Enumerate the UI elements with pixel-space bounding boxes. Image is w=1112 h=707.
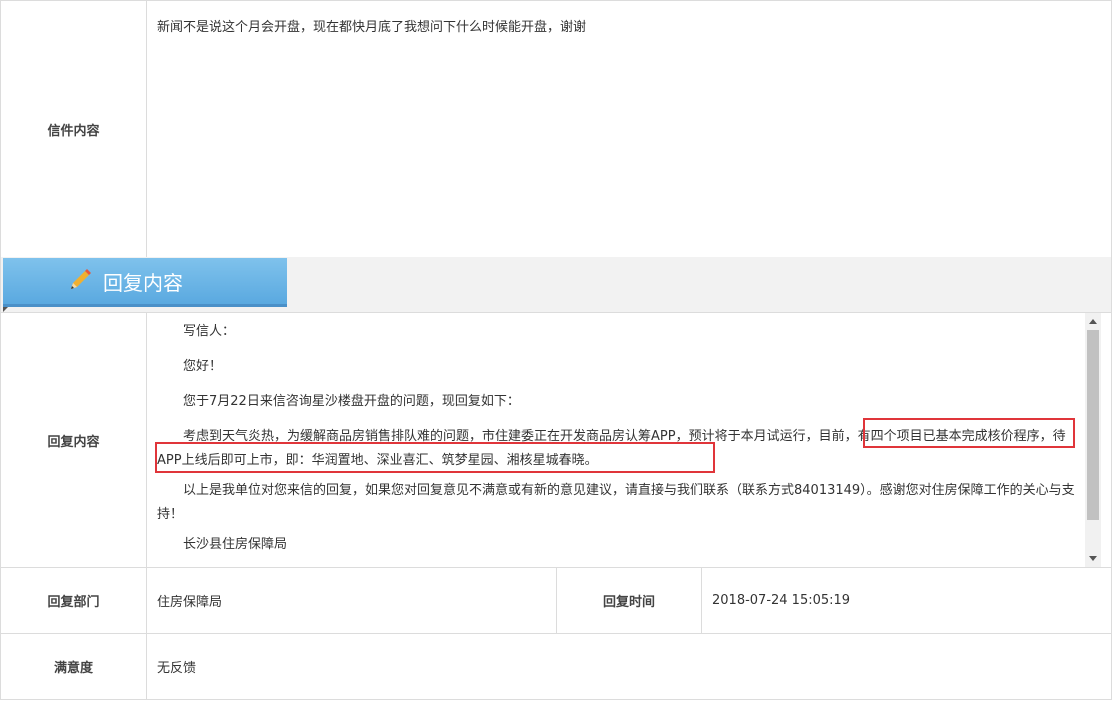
reply-time-label: 回复时间 [556,568,702,633]
satisfaction-label: 满意度 [1,634,147,699]
reply-content-row: 回复内容 写信人： 您好！ 您于7月22日来信咨询星沙楼盘开盘的问题，现回复如下… [0,312,1112,568]
reply-dept-label: 回复部门 [1,568,147,633]
reply-paragraph: 以上是我单位对您来信的回复，如果您对回复意见不满意或有新的意见建议，请直接与我们… [157,483,1075,522]
letter-content-text: 新闻不是说这个月会开盘，现在都快月底了我想问下什么时候能开盘，谢谢 [157,20,587,35]
reply-scrollbar[interactable] [1085,313,1101,567]
reply-paragraph: 您好！ [183,359,223,374]
reply-dept-row: 回复部门 住房保障局 回复时间 2018-07-24 15:05:19 [0,567,1112,634]
letter-detail-page: 信件内容 新闻不是说这个月会开盘，现在都快月底了我想问下什么时候能开盘，谢谢 回… [0,0,1112,707]
scroll-down-icon[interactable] [1089,556,1097,561]
reply-banner: 回复内容 [0,257,1112,313]
reply-paragraph: 写信人： [183,324,236,339]
reply-paragraph: 长沙县住房保障局 [183,537,288,552]
scroll-thumb[interactable] [1087,330,1099,520]
letter-content-row: 信件内容 新闻不是说这个月会开盘，现在都快月底了我想问下什么时候能开盘，谢谢 [0,0,1112,257]
reply-paragraph: 您于7月22日来信咨询星沙楼盘开盘的问题，现回复如下： [183,394,520,409]
satisfaction-row: 满意度 无反馈 [0,633,1112,700]
reply-dept-value: 住房保障局 [157,595,223,610]
scroll-up-icon[interactable] [1089,319,1097,324]
letter-content-label: 信件内容 [1,1,147,257]
reply-tab-title: 回复内容 [103,270,183,295]
reply-tab-underline [3,304,287,307]
reply-tab[interactable]: 回复内容 [3,258,287,304]
highlight-box [863,418,1075,448]
reply-time-value: 2018-07-24 15:05:19 [712,593,851,608]
satisfaction-value: 无反馈 [157,661,197,676]
pencil-icon [71,269,91,289]
highlight-box [155,442,715,473]
reply-content-label: 回复内容 [1,313,147,567]
